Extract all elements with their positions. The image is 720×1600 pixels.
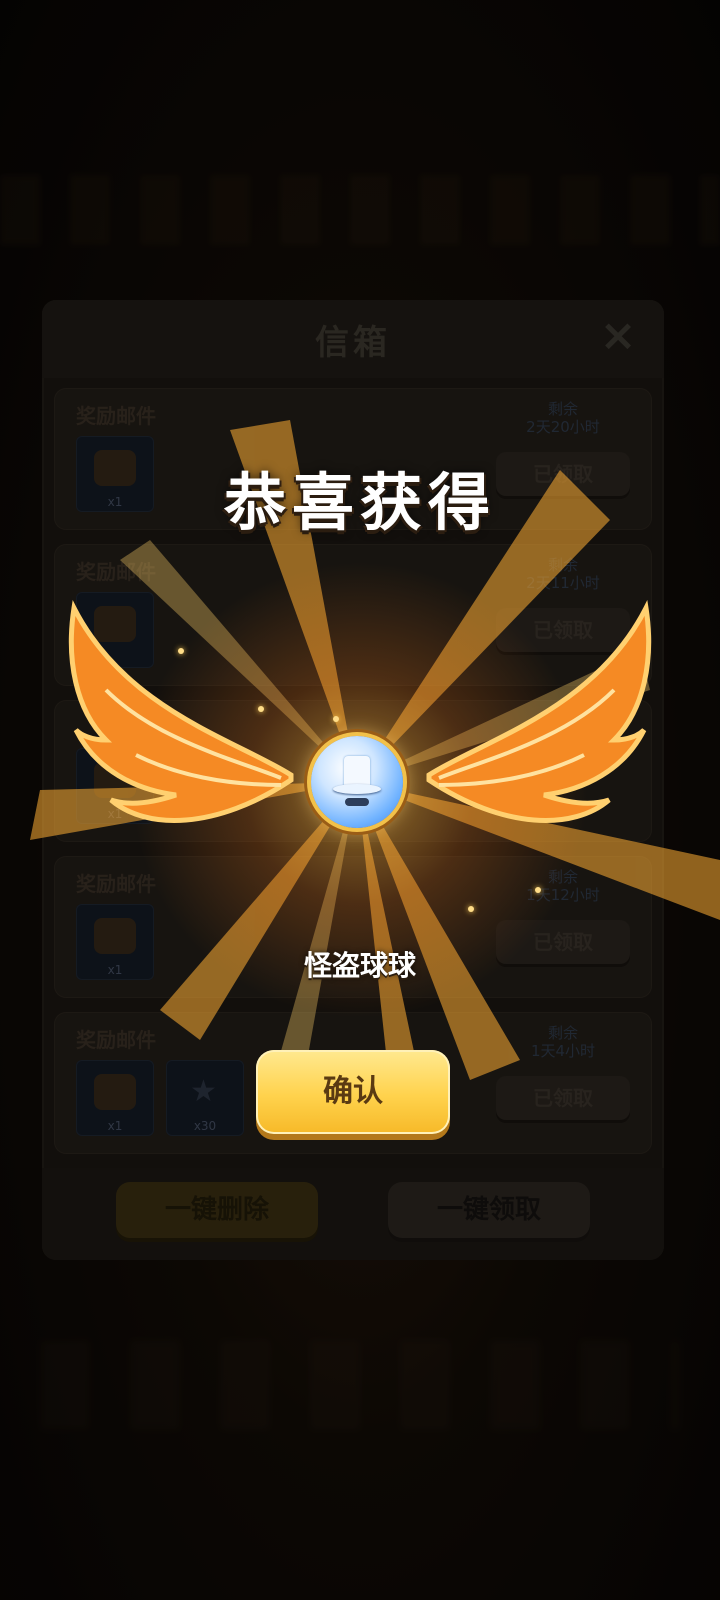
phantom-thief-ball-icon [311, 736, 403, 828]
mask-icon [345, 798, 369, 806]
confirm-button[interactable]: 确认 [256, 1050, 450, 1134]
hat-brim [333, 784, 381, 794]
sparkle [535, 887, 541, 893]
congrats-title: 恭喜获得 [223, 466, 496, 539]
sparkle [468, 906, 474, 912]
left-wing-icon [68, 600, 294, 823]
sparkle [178, 648, 184, 654]
sparkle [258, 706, 264, 712]
right-wing-icon [426, 600, 652, 823]
reward-item-name: 怪盗球球 [303, 949, 416, 982]
sparkle [333, 716, 339, 722]
